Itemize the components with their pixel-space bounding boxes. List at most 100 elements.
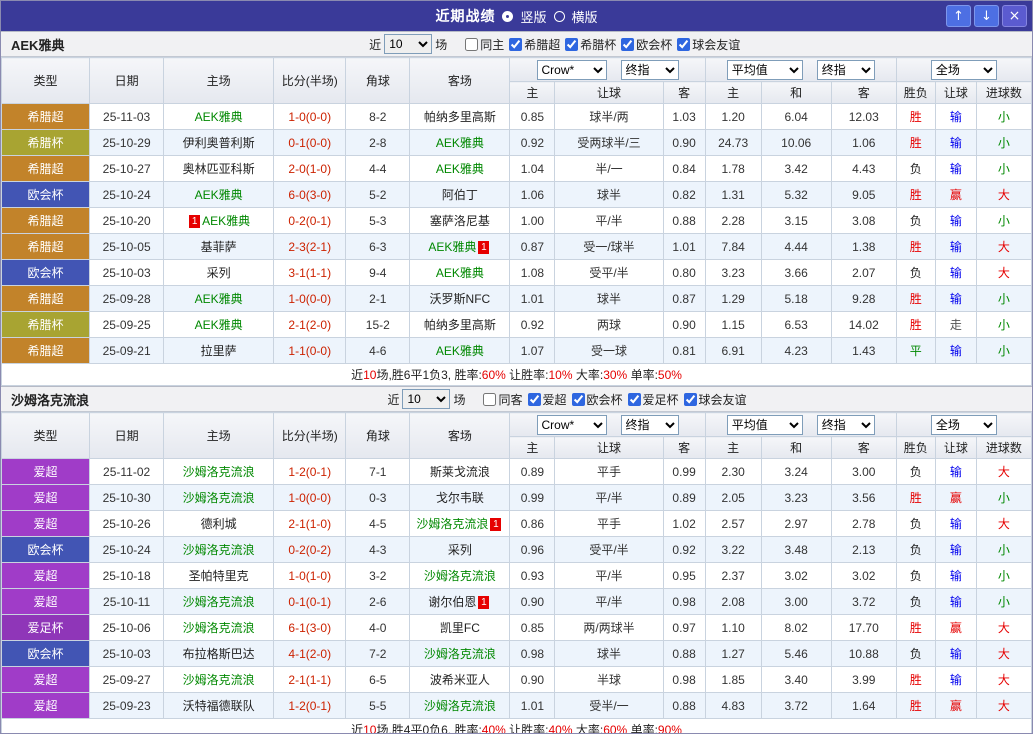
table-row: 爱足杯 25-10-06 沙姆洛克流浪 6-1(3-0) 4-0 凯里FC 0.… xyxy=(1,614,1032,641)
league-filter-3[interactable]: 球会友谊 xyxy=(679,391,747,408)
home-team[interactable]: 基菲萨 xyxy=(163,233,275,260)
radio-vertical-label[interactable]: 竖版 xyxy=(520,7,546,26)
league-checkbox[interactable] xyxy=(627,392,641,406)
home-team[interactable]: 伊利奥普利斯 xyxy=(163,129,275,156)
average-period-select[interactable]: 终指 xyxy=(816,414,875,435)
home-team[interactable]: 沙姆洛克流浪 xyxy=(163,536,275,563)
bookmaker-period-select[interactable]: 终指 xyxy=(620,59,679,80)
games-label: 场 xyxy=(435,37,448,52)
scope-select[interactable]: 全场 xyxy=(930,414,997,435)
home-team[interactable]: 德利城 xyxy=(163,510,275,537)
score: 0-2(0-2) xyxy=(273,536,347,563)
away-team[interactable]: 帕纳多里高斯 xyxy=(409,311,511,338)
match-count-select[interactable]: 10 xyxy=(402,389,451,409)
handicap-line: 两球 xyxy=(554,311,664,338)
home-team[interactable]: 1 AEK雅典 xyxy=(163,207,275,234)
home-team[interactable]: 沙姆洛克流浪 xyxy=(163,666,275,693)
home-team[interactable]: 沙姆洛克流浪 xyxy=(163,588,275,615)
league-checkbox[interactable] xyxy=(683,392,697,406)
league-filter-1[interactable]: 希腊杯 xyxy=(560,36,616,53)
euro-draw-odds: 10.06 xyxy=(760,129,832,156)
table-row: 欧会杯 25-10-03 采列 3-1(1-1) 9-4 AEK雅典 1.08 … xyxy=(1,259,1032,286)
away-team[interactable]: 斯莱戈流浪 xyxy=(409,458,511,485)
same-venue-filter[interactable]: 同主 xyxy=(460,36,504,53)
bookmaker-select[interactable]: Crow* xyxy=(536,59,607,80)
goals-result: 大 xyxy=(975,614,1032,641)
same-venue-filter[interactable]: 同客 xyxy=(478,391,523,408)
away-team[interactable]: 波希米亚人 xyxy=(409,666,511,693)
away-team[interactable]: 戈尔韦联 xyxy=(409,484,511,511)
handicap-line: 半球 xyxy=(554,666,664,693)
radio-horizontal-layout[interactable] xyxy=(553,10,565,22)
home-team[interactable]: AEK雅典 xyxy=(163,311,275,338)
scroll-up-button[interactable]: ↑ xyxy=(946,5,971,27)
home-team[interactable]: 圣帕特里克 xyxy=(163,562,275,589)
home-team[interactable]: 采列 xyxy=(163,259,275,286)
handicap-result: 输 xyxy=(934,103,977,130)
away-team[interactable]: 沃罗斯NFC xyxy=(409,285,511,312)
away-team[interactable]: 凯里FC xyxy=(409,614,511,641)
score: 0-1(0-1) xyxy=(273,588,347,615)
same-venue-checkbox[interactable] xyxy=(483,392,497,406)
away-team[interactable]: 阿伯丁 xyxy=(409,181,511,208)
away-team[interactable]: AEK雅典 xyxy=(409,155,511,182)
league-checkbox[interactable] xyxy=(565,37,579,51)
goals-result: 小 xyxy=(975,129,1032,156)
away-team[interactable]: 沙姆洛克流浪 1 xyxy=(409,510,511,537)
handicap-home-odds: 1.07 xyxy=(509,337,556,364)
average-period-select[interactable]: 终指 xyxy=(816,59,875,80)
home-team[interactable]: AEK雅典 xyxy=(163,103,275,130)
league-filter-0[interactable]: 爱超 xyxy=(523,391,567,408)
handicap-result: 输 xyxy=(934,510,977,537)
corner-score: 7-1 xyxy=(345,458,411,485)
league-checkbox[interactable] xyxy=(677,37,691,51)
league-filter-3[interactable]: 球会友谊 xyxy=(672,36,740,53)
league-filter-2[interactable]: 爱足杯 xyxy=(623,391,679,408)
away-team[interactable]: 塞萨洛尼基 xyxy=(409,207,511,234)
scope-group: 全场 xyxy=(895,57,1032,82)
bookmaker-period-select[interactable]: 终指 xyxy=(620,414,679,435)
away-team[interactable]: 谢尔伯恩 1 xyxy=(409,588,511,615)
euro-away-odds: 3.72 xyxy=(830,588,897,615)
radio-vertical-layout[interactable] xyxy=(502,10,514,22)
away-team[interactable]: AEK雅典 xyxy=(409,337,511,364)
handicap-away-odds: 0.80 xyxy=(662,259,706,286)
close-button[interactable]: × xyxy=(1002,5,1027,27)
bookmaker-select[interactable]: Crow* xyxy=(536,414,607,435)
away-team[interactable]: AEK雅典 xyxy=(409,259,511,286)
league-filter-1[interactable]: 欧会杯 xyxy=(567,391,623,408)
league-checkbox[interactable] xyxy=(571,392,585,406)
home-team[interactable]: 拉里萨 xyxy=(163,337,275,364)
match-result: 胜 xyxy=(895,285,936,312)
league-filter-0[interactable]: 希腊超 xyxy=(504,36,560,53)
radio-horizontal-label[interactable]: 横版 xyxy=(572,7,598,26)
home-team[interactable]: 布拉格斯巴达 xyxy=(163,640,275,667)
league-filter-2[interactable]: 欧会杯 xyxy=(616,36,672,53)
league-checkbox[interactable] xyxy=(509,37,523,51)
home-team[interactable]: 沃特福德联队 xyxy=(163,692,275,719)
away-team[interactable]: 沙姆洛克流浪 xyxy=(409,562,511,589)
away-team[interactable]: 帕纳多里高斯 xyxy=(409,103,511,130)
home-team[interactable]: AEK雅典 xyxy=(163,285,275,312)
handicap-home-odds: 1.08 xyxy=(509,259,556,286)
home-team[interactable]: 沙姆洛克流浪 xyxy=(163,458,275,485)
same-venue-checkbox[interactable] xyxy=(465,37,479,51)
away-team[interactable]: AEK雅典 1 xyxy=(409,233,511,260)
match-date: 25-10-20 xyxy=(89,207,165,234)
away-team[interactable]: 沙姆洛克流浪 xyxy=(409,640,511,667)
league-checkbox[interactable] xyxy=(621,37,635,51)
scroll-down-button[interactable]: ↓ xyxy=(974,5,999,27)
away-team[interactable]: 采列 xyxy=(409,536,511,563)
scope-select[interactable]: 全场 xyxy=(930,59,997,80)
match-count-select[interactable]: 10 xyxy=(384,34,433,54)
average-select[interactable]: 平均值 xyxy=(726,414,803,435)
home-team[interactable]: AEK雅典 xyxy=(163,181,275,208)
home-team[interactable]: 奥林匹亚科斯 xyxy=(163,155,275,182)
league-checkbox[interactable] xyxy=(527,392,541,406)
home-team[interactable]: 沙姆洛克流浪 xyxy=(163,614,275,641)
league-badge: 爱超 xyxy=(1,588,91,615)
away-team[interactable]: 沙姆洛克流浪 xyxy=(409,692,511,719)
home-team[interactable]: 沙姆洛克流浪 xyxy=(163,484,275,511)
away-team[interactable]: AEK雅典 xyxy=(409,129,511,156)
average-select[interactable]: 平均值 xyxy=(726,59,803,80)
